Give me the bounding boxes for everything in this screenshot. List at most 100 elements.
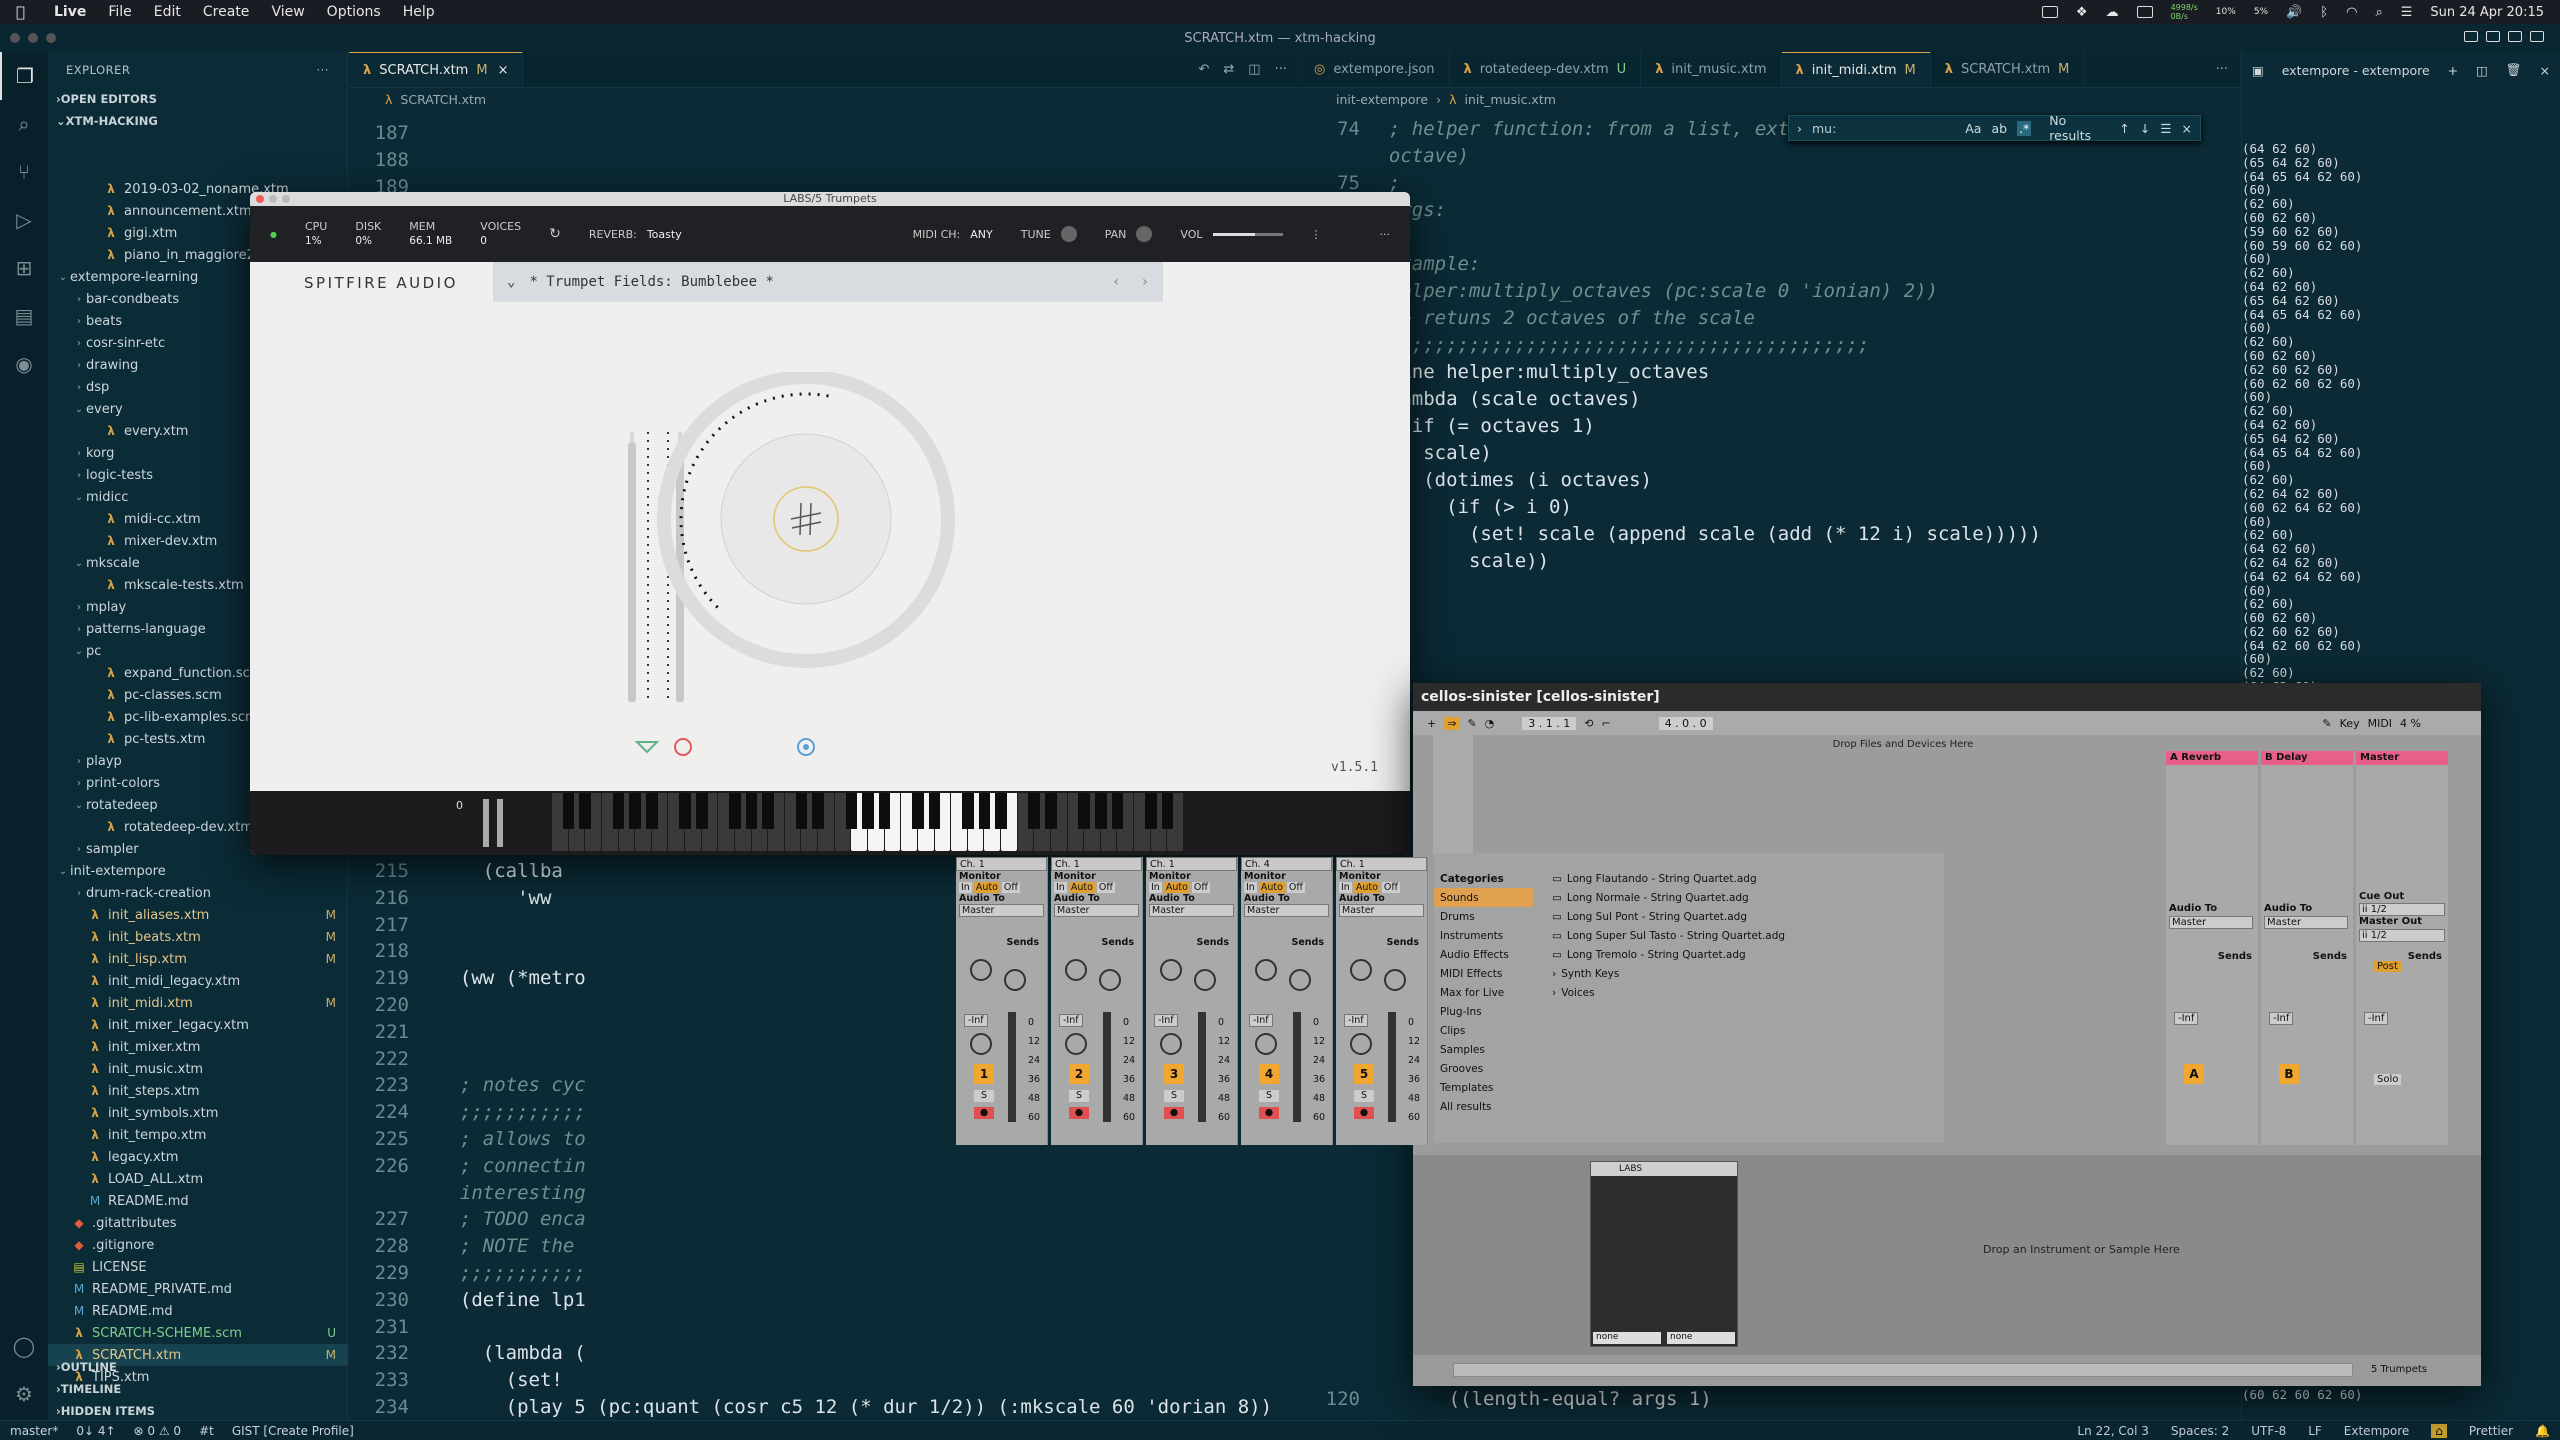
volume-readout[interactable]: -Inf [964, 1014, 988, 1027]
tab-scratch[interactable]: λ SCRATCH.xtm M × [349, 52, 524, 87]
split-terminal-icon[interactable]: ◫ [2476, 63, 2488, 78]
tree-item[interactable]: M README.md [48, 1300, 348, 1322]
input-channel-select[interactable]: Ch. 1 [956, 857, 1047, 871]
labs-device[interactable]: LABS none none [1590, 1161, 1738, 1347]
black-key[interactable] [729, 793, 741, 829]
track-activator-button[interactable]: 4 [1259, 1064, 1279, 1084]
code-line[interactable]: interesting [437, 1182, 586, 1204]
pan-knob[interactable] [1065, 1033, 1087, 1055]
solo-button[interactable]: S [1259, 1090, 1279, 1102]
workspace-section[interactable]: ⌄ XTM-HACKING [48, 110, 347, 132]
code-line[interactable]: ; TODO enca [437, 1208, 586, 1230]
tree-item[interactable]: λ init_beats.xtm M [48, 926, 348, 948]
key-map-button[interactable]: Key [2340, 717, 2360, 730]
menu-view[interactable]: View [271, 4, 304, 20]
monitor-off-button[interactable]: Off [1286, 882, 1305, 893]
category-item[interactable]: Max for Live [1434, 983, 1534, 1002]
bluetooth-icon[interactable]: ᛒ [2320, 5, 2328, 20]
code-line[interactable]: (lambda ( [437, 1342, 586, 1364]
tree-item[interactable]: ▤ LICENSE [48, 1256, 348, 1278]
outline-section[interactable]: › OUTLINE [48, 1356, 348, 1378]
send-a-knob[interactable] [1065, 959, 1087, 981]
black-key[interactable] [1028, 793, 1041, 829]
category-item[interactable]: Instruments [1434, 926, 1534, 945]
loop-icon[interactable]: ⟲ [1584, 717, 1593, 730]
output-select[interactable]: Master [1339, 904, 1424, 917]
track-activator-button[interactable]: 2 [1069, 1064, 1089, 1084]
close-icon[interactable]: × [2182, 121, 2192, 136]
category-item[interactable]: All results [1434, 1097, 1534, 1116]
black-key[interactable] [629, 793, 641, 829]
menu-app[interactable]: Live [54, 4, 86, 20]
volume-readout[interactable]: -Inf [1059, 1014, 1083, 1027]
volume-readout[interactable]: -Inf [1154, 1014, 1178, 1027]
tree-item[interactable]: λ init_music.xtm [48, 1058, 348, 1080]
reset-icon[interactable]: ↻ [549, 226, 561, 242]
monitor-auto-button[interactable]: Auto [1258, 882, 1285, 893]
encoding[interactable]: UTF-8 [2251, 1424, 2286, 1438]
return-track-name[interactable]: A Reverb [2166, 751, 2258, 765]
pan-knob[interactable] [970, 1033, 992, 1055]
send-b-knob[interactable] [1099, 969, 1121, 991]
return-activator-button[interactable]: B [2279, 1064, 2299, 1084]
monitor-off-button[interactable]: Off [1191, 882, 1210, 893]
gist-profile[interactable]: GIST [Create Profile] [232, 1424, 354, 1438]
volume-meter[interactable] [1388, 1012, 1396, 1122]
indentation[interactable]: Spaces: 2 [2171, 1424, 2229, 1438]
volume-meter[interactable] [1198, 1012, 1206, 1122]
tab-init-music-xtm[interactable]: λ init_music.xtm [1641, 52, 1782, 87]
close-window-button[interactable] [10, 33, 20, 43]
zoom-window-button[interactable] [282, 195, 290, 203]
tree-item[interactable]: λ init_mixer_legacy.xtm [48, 1014, 348, 1036]
category-item[interactable]: Audio Effects [1434, 945, 1534, 964]
input-channel-select[interactable]: Ch. 1 [1336, 857, 1427, 871]
breadcrumb-folder[interactable]: init-extempore [1336, 92, 1428, 107]
add-terminal-icon[interactable]: + [2448, 63, 2458, 78]
toggle-secondary-sidebar-icon[interactable] [2508, 31, 2522, 42]
display-icon[interactable] [2136, 6, 2153, 18]
category-item[interactable]: Templates [1434, 1078, 1534, 1097]
output-select[interactable]: Master [959, 904, 1044, 917]
black-key[interactable] [1111, 793, 1124, 829]
tree-item[interactable]: λ init_mixer.xtm [48, 1036, 348, 1058]
tree-item[interactable]: λ SCRATCH-SCHEME.scm U [48, 1322, 348, 1344]
minimize-window-button[interactable] [269, 195, 277, 203]
send-a-knob[interactable] [1160, 959, 1182, 981]
song-position[interactable]: 3 . 1 . 1 [1522, 716, 1577, 730]
bell-icon[interactable]: 🔔 [2535, 1424, 2550, 1438]
monitor-off-button[interactable]: Off [1001, 882, 1020, 893]
black-key[interactable] [862, 793, 874, 829]
zoom-level[interactable]: 4 % [2400, 717, 2421, 730]
arm-button[interactable]: ● [1069, 1107, 1089, 1119]
code-line[interactable]: ; connectin [437, 1155, 586, 1177]
pencil-icon[interactable]: ✎ [2322, 717, 2331, 730]
black-key[interactable] [762, 793, 775, 829]
code-line[interactable]: 'ww [437, 887, 551, 909]
metronome-icon[interactable]: ◔ [1485, 717, 1495, 730]
source-control-icon[interactable]: ⑂ [0, 148, 48, 196]
device-select-right[interactable]: none [1667, 1332, 1735, 1344]
black-key[interactable] [695, 793, 708, 829]
minimize-window-button[interactable] [28, 33, 38, 43]
extensions-icon[interactable]: ⊞ [0, 244, 48, 292]
timeline-section[interactable]: › TIMELINE [48, 1378, 348, 1400]
tab-init-midi-xtm[interactable]: λ init_midi.xtm M [1781, 52, 1931, 87]
category-item[interactable]: Clips [1434, 1021, 1534, 1040]
monitor-auto-button[interactable]: Auto [1068, 882, 1095, 893]
account-icon[interactable]: ◯ [0, 1322, 48, 1370]
horizontal-scrollbar[interactable] [1453, 1363, 2353, 1377]
black-key[interactable] [878, 793, 891, 829]
explorer-more-icon[interactable]: ··· [317, 63, 329, 77]
pan-knob[interactable] [1136, 226, 1153, 242]
cue-out-select[interactable]: ii 1/2 [2359, 903, 2445, 916]
black-key[interactable] [978, 793, 991, 829]
black-key[interactable] [845, 793, 858, 829]
volume-readout[interactable]: -Inf [1249, 1014, 1273, 1027]
volume-readout[interactable]: -Inf [1344, 1014, 1368, 1027]
previous-preset-icon[interactable]: ‹ [1112, 274, 1120, 290]
reverb-select[interactable]: Toasty [647, 228, 682, 241]
browser-folder[interactable]: › Synth Keys [1546, 964, 1936, 983]
solo-button[interactable]: S [1354, 1090, 1374, 1102]
tab-extempore-json[interactable]: ◎ extempore.json [1300, 52, 1450, 87]
pan-knob[interactable] [1350, 1033, 1372, 1055]
